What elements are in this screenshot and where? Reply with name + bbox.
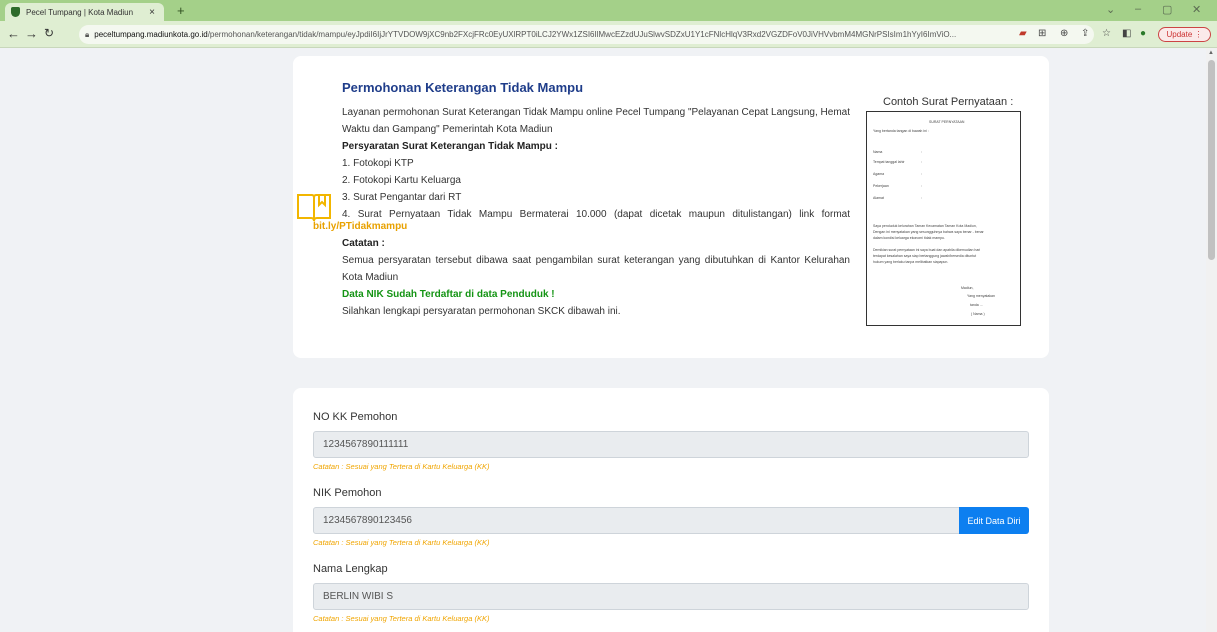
- letter-place: Madiun,: [961, 286, 974, 290]
- requirement-item: 3. Surat Pengantar dari RT: [342, 192, 462, 203]
- nik-note: Catatan : Sesuai yang Tertera di Kartu K…: [313, 538, 490, 547]
- requirement-item: 4. Surat Pernyataan Tidak Mampu Bermater…: [342, 209, 850, 220]
- edit-data-button[interactable]: Edit Data Diri: [959, 507, 1029, 534]
- letter-field: Tempat tanggal lahir: [873, 160, 905, 164]
- no-kk-input[interactable]: 1234567890111111: [313, 431, 1029, 458]
- no-kk-note: Catatan : Sesuai yang Tertera di Kartu K…: [313, 462, 490, 471]
- restore-icon[interactable]: ▢: [1162, 3, 1172, 16]
- tab-close-icon[interactable]: ×: [146, 7, 158, 18]
- bookmark-star-icon[interactable]: ☆: [1102, 28, 1111, 39]
- side-panel-icon[interactable]: ◧: [1122, 28, 1131, 39]
- nik-label: NIK Pemohon: [313, 487, 382, 499]
- format-link[interactable]: bit.ly/PTidakmampu: [313, 221, 407, 232]
- service-description: Layanan permohonan Surat Keterangan Tida…: [342, 107, 850, 135]
- requirement-item: 1. Fotokopi KTP: [342, 158, 414, 169]
- page-title: Permohonan Keterangan Tidak Mampu: [342, 80, 584, 95]
- requirements-heading: Persyaratan Surat Keterangan Tidak Mampu…: [342, 141, 558, 152]
- letter-field: Alamat: [873, 196, 884, 200]
- letter-colon: :: [921, 150, 922, 154]
- nik-input[interactable]: 1234567890123456: [313, 507, 960, 534]
- letter-body: dalam kondisi keluarga ekonomi tidak mam…: [873, 236, 945, 240]
- new-tab-button[interactable]: +: [177, 3, 185, 18]
- letter-colon: :: [921, 196, 922, 200]
- reload-icon[interactable]: ↻: [44, 26, 54, 40]
- minimize-icon[interactable]: –: [1135, 3, 1141, 15]
- letter-body: Saya penduduk kelurahan Taman Kecamatan …: [873, 224, 977, 228]
- url-text: peceltumpang.madiunkota.go.id/permohonan…: [94, 30, 957, 39]
- no-kk-label: NO KK Pemohon: [313, 411, 398, 423]
- share-icon[interactable]: ⇪: [1081, 28, 1089, 39]
- translate-icon[interactable]: ⊞: [1038, 28, 1046, 39]
- letter-body: hukum yang berlaku tanpa melibatkan siap…: [873, 260, 949, 264]
- browser-toolbar: ← → ↻ 🔒︎ peceltumpang.madiunkota.go.id/p…: [0, 21, 1217, 48]
- update-button[interactable]: Update ⋮: [1158, 27, 1211, 42]
- scroll-up-arrow-icon[interactable]: ▲: [1208, 50, 1214, 56]
- zoom-icon[interactable]: ⊕: [1060, 28, 1068, 39]
- letter-stamp: tanda ...: [970, 303, 983, 307]
- book-icon: [297, 194, 331, 222]
- letter-body: Demikian surat pernyataan ini saya buat …: [873, 248, 981, 252]
- letter-colon: :: [921, 160, 922, 164]
- letter-colon: :: [921, 184, 922, 188]
- site-favicon-icon: [11, 7, 20, 17]
- scrollbar-thumb[interactable]: [1208, 60, 1215, 260]
- lock-icon: 🔒︎: [85, 29, 90, 39]
- requirement-item: 2. Fotokopi Kartu Keluarga: [342, 175, 461, 186]
- nik-status-message: Data NIK Sudah Terdaftar di data Pendudu…: [342, 289, 555, 300]
- tab-search-icon[interactable]: ⌄: [1106, 3, 1115, 16]
- note-text: Semua persyaratan tersebut dibawa saat p…: [342, 255, 850, 283]
- tab-title: Pecel Tumpang | Kota Madiun: [26, 7, 134, 17]
- profile-avatar-icon[interactable]: ●: [1140, 28, 1146, 39]
- note-heading: Catatan :: [342, 238, 385, 249]
- nama-input[interactable]: BERLIN WIBI S: [313, 583, 1029, 610]
- close-window-icon[interactable]: ✕: [1192, 3, 1201, 16]
- extension-icon[interactable]: ▰: [1019, 28, 1027, 39]
- instruction-text: Silahkan lengkapi persyaratan permohonan…: [342, 306, 621, 317]
- browser-tab[interactable]: Pecel Tumpang | Kota Madiun ×: [5, 3, 164, 21]
- nama-label: Nama Lengkap: [313, 563, 388, 575]
- letter-field: Agama: [873, 172, 885, 176]
- letter-title: SURAT PERNYATAAN: [929, 120, 965, 124]
- letter-body: Dengan ini menyatakan yang sesungguhnya …: [873, 230, 984, 234]
- nama-note: Catatan : Sesuai yang Tertera di Kartu K…: [313, 614, 490, 623]
- letter-sign: ( Nama ): [971, 312, 985, 316]
- forward-icon[interactable]: →: [25, 26, 38, 41]
- back-icon[interactable]: ←: [7, 26, 20, 41]
- address-bar[interactable]: 🔒︎ peceltumpang.madiunkota.go.id/permoho…: [79, 25, 1094, 44]
- browser-tab-bar: Pecel Tumpang | Kota Madiun × + ⌄ – ▢ ✕: [0, 0, 1217, 21]
- sample-letter-title: Contoh Surat Pernyataan :: [883, 96, 1014, 108]
- letter-field: Nama: [873, 150, 883, 154]
- letter-signer: Yang menyatakan: [967, 294, 995, 298]
- letter-field: Pekerjaan: [873, 184, 889, 188]
- letter-intro: Yang bertanda tangan di bawah ini :: [873, 129, 929, 133]
- sample-letter-image[interactable]: SURAT PERNYATAAN Yang bertanda tangan di…: [866, 111, 1021, 326]
- letter-body: terdapat kesalahan saya siap bertanggung…: [873, 254, 977, 258]
- letter-colon: :: [921, 172, 922, 176]
